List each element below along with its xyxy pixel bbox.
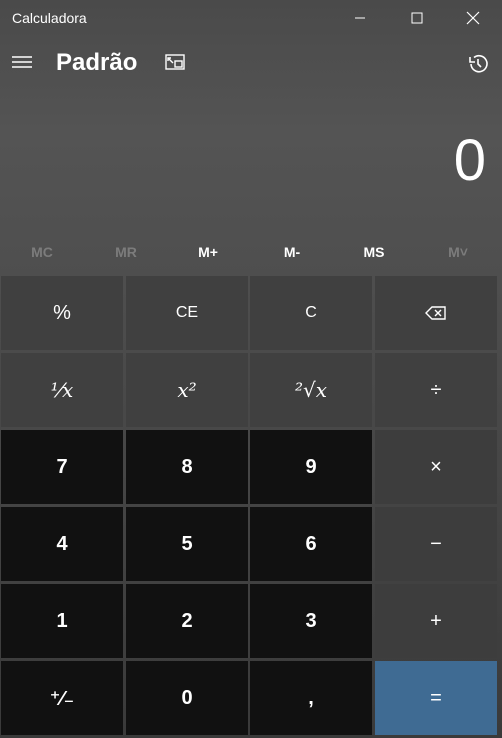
plus-button[interactable]: +	[375, 584, 497, 658]
digit-1-button[interactable]: 1	[1, 584, 123, 658]
digit-9-button[interactable]: 9	[250, 430, 372, 504]
title-bar[interactable]: Calculadora	[0, 0, 502, 36]
digit-6-button[interactable]: 6	[250, 507, 372, 581]
history-button[interactable]	[466, 52, 490, 76]
backspace-button[interactable]	[375, 276, 497, 350]
hamburger-icon	[12, 56, 32, 68]
divide-button[interactable]: ÷	[375, 353, 497, 427]
history-icon	[469, 54, 488, 73]
digit-4-button[interactable]: 4	[1, 507, 123, 581]
decimal-separator-button[interactable]: ,	[250, 661, 372, 735]
maximize-icon	[411, 12, 423, 24]
digit-2-button[interactable]: 2	[126, 584, 248, 658]
close-button[interactable]	[445, 0, 501, 36]
app-title: Calculadora	[12, 10, 87, 26]
minimize-icon	[355, 17, 365, 19]
memory-subtract-button[interactable]: M-	[250, 236, 334, 268]
minus-button[interactable]: −	[375, 507, 497, 581]
menu-button[interactable]	[10, 52, 34, 72]
digit-8-button[interactable]: 8	[126, 430, 248, 504]
memory-list-button[interactable]: M˅	[416, 236, 500, 268]
backspace-icon	[425, 306, 446, 320]
clear-label: C	[305, 304, 317, 321]
close-icon	[466, 11, 480, 25]
result-display: 0	[453, 128, 486, 193]
keep-on-top-icon	[165, 54, 185, 70]
calculator-window: Calculadora Padrão 0 MC MR M+ M- MS M˅ %…	[0, 0, 502, 738]
clear-button[interactable]: C	[250, 276, 372, 350]
maximize-button[interactable]	[389, 0, 445, 36]
negate-button[interactable]: ⁺⁄₋	[1, 661, 123, 735]
clear-entry-label: CE	[175, 304, 199, 321]
memory-clear-button[interactable]: MC	[0, 236, 84, 268]
keep-on-top-button[interactable]	[163, 52, 187, 76]
memory-row: MC MR M+ M- MS M˅	[0, 236, 502, 268]
digit-0-button[interactable]: 0	[126, 661, 248, 735]
reciprocal-button[interactable]: ¹⁄x	[1, 353, 123, 427]
minimize-button[interactable]	[332, 0, 388, 36]
square-root-button[interactable]: ²√x	[250, 353, 372, 427]
multiply-button[interactable]: ×	[375, 430, 497, 504]
equals-button[interactable]: =	[375, 661, 497, 735]
square-button[interactable]: x²	[126, 353, 248, 427]
memory-add-button[interactable]: M+	[166, 236, 250, 268]
memory-recall-button[interactable]: MR	[84, 236, 168, 268]
digit-7-button[interactable]: 7	[1, 430, 123, 504]
digit-5-button[interactable]: 5	[126, 507, 248, 581]
memory-store-button[interactable]: MS	[332, 236, 416, 268]
clear-entry-button[interactable]: CE	[126, 276, 248, 350]
percent-button[interactable]: %	[1, 276, 123, 350]
header: Padrão	[0, 40, 502, 86]
mode-title: Padrão	[56, 49, 138, 76]
digit-3-button[interactable]: 3	[250, 584, 372, 658]
